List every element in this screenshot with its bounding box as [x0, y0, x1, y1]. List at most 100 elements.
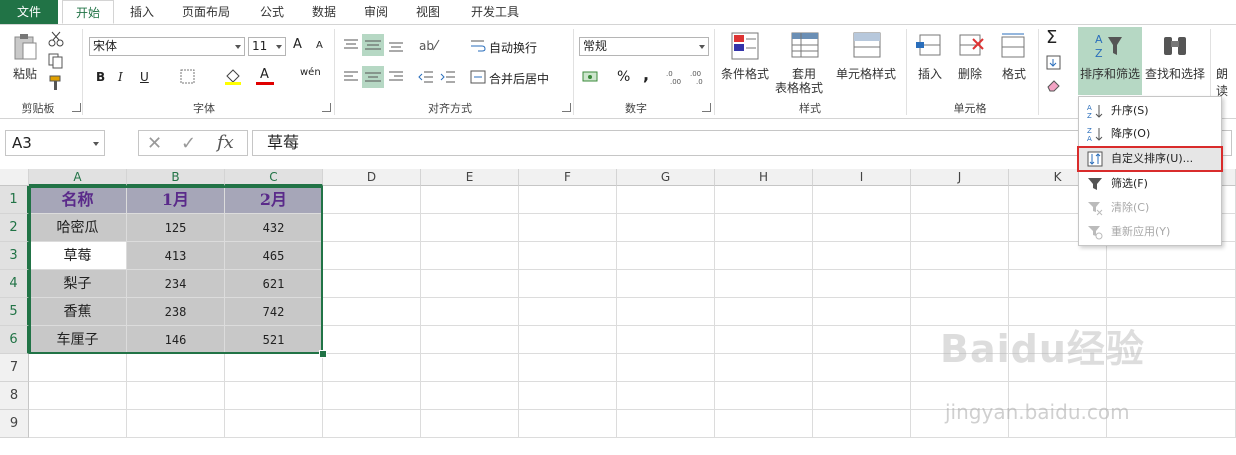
orientation-icon[interactable]: ab [418, 37, 440, 56]
column-header[interactable]: G [617, 169, 715, 186]
column-header[interactable]: H [715, 169, 813, 186]
delete-cells-icon[interactable] [956, 31, 986, 64]
cut-icon[interactable] [48, 31, 64, 50]
table-cell[interactable] [519, 186, 617, 214]
merge-center-icon[interactable] [470, 69, 486, 88]
table-cell[interactable] [225, 410, 323, 438]
row-header[interactable]: 9 [0, 410, 29, 438]
table-cell[interactable] [813, 242, 911, 270]
table-cell[interactable] [617, 186, 715, 214]
table-cell[interactable]: 2月 [225, 186, 323, 214]
wrap-text-icon[interactable] [470, 38, 486, 57]
increase-decimal-icon[interactable]: .0.00 [666, 69, 684, 88]
find-select-button[interactable]: 查找和选择 [1143, 65, 1207, 82]
format-cells-icon[interactable] [998, 31, 1028, 64]
column-header[interactable]: A [29, 169, 127, 186]
column-header[interactable]: F [519, 169, 617, 186]
tab-page-layout[interactable]: 页面布局 [172, 0, 240, 24]
table-cell[interactable] [421, 186, 519, 214]
table-cell[interactable] [421, 326, 519, 354]
autosum-icon[interactable]: Σ [1046, 27, 1057, 48]
table-cell[interactable] [519, 382, 617, 410]
font-size-select[interactable]: 11 [248, 37, 286, 56]
table-cell[interactable] [813, 270, 911, 298]
table-cell[interactable] [813, 186, 911, 214]
tab-formulas[interactable]: 公式 [250, 0, 294, 24]
table-cell[interactable] [323, 186, 421, 214]
find-select-icon[interactable] [1160, 31, 1190, 64]
table-cell[interactable] [519, 214, 617, 242]
table-cell[interactable] [421, 214, 519, 242]
table-cell[interactable] [29, 382, 127, 410]
sort-filter-icon[interactable]: AZ [1094, 31, 1124, 64]
table-cell[interactable] [421, 382, 519, 410]
row-header[interactable]: 3 [0, 242, 29, 270]
table-cell[interactable] [519, 410, 617, 438]
clipboard-launcher-icon[interactable] [72, 103, 81, 112]
insert-cells-icon[interactable] [914, 31, 944, 64]
italic-button[interactable]: I [118, 70, 123, 84]
table-cell[interactable] [715, 326, 813, 354]
row-header[interactable]: 4 [0, 270, 29, 298]
table-cell[interactable]: 521 [225, 326, 323, 354]
table-cell[interactable] [617, 242, 715, 270]
clear-icon[interactable] [1046, 77, 1062, 96]
table-cell[interactable] [715, 270, 813, 298]
align-bottom-icon[interactable] [388, 37, 404, 56]
tab-data[interactable]: 数据 [302, 0, 346, 24]
enter-icon[interactable]: ✓ [181, 133, 196, 154]
table-cell[interactable] [911, 270, 1009, 298]
table-cell[interactable] [323, 354, 421, 382]
table-cell[interactable] [617, 410, 715, 438]
table-cell[interactable] [421, 298, 519, 326]
row-header[interactable]: 7 [0, 354, 29, 382]
menu-item-clear[interactable]: 清除(C) [1079, 197, 1221, 219]
table-cell[interactable] [1107, 242, 1236, 270]
tab-file[interactable]: 文件 [0, 0, 58, 24]
table-cell[interactable] [617, 326, 715, 354]
table-cell[interactable] [715, 242, 813, 270]
table-cell[interactable] [617, 298, 715, 326]
table-cell[interactable] [127, 410, 225, 438]
row-header[interactable]: 5 [0, 298, 29, 326]
table-cell[interactable] [421, 410, 519, 438]
menu-item-custom-sort[interactable]: 自定义排序(U)... [1077, 146, 1223, 172]
menu-item-reapply[interactable]: 重新应用(Y) [1079, 221, 1221, 243]
font-color-button[interactable]: A [260, 67, 269, 82]
column-header[interactable]: I [813, 169, 911, 186]
table-cell[interactable] [813, 354, 911, 382]
column-header[interactable]: B [127, 169, 225, 186]
tab-view[interactable]: 视图 [406, 0, 450, 24]
column-header[interactable]: D [323, 169, 421, 186]
delete-cells-button[interactable]: 删除 [950, 65, 990, 82]
shrink-font-button[interactable]: A [316, 40, 323, 51]
table-cell[interactable] [323, 410, 421, 438]
font-name-select[interactable]: 宋体 [89, 37, 245, 56]
table-cell[interactable] [519, 326, 617, 354]
fill-color-icon[interactable] [224, 67, 242, 88]
table-cell[interactable] [911, 186, 1009, 214]
format-as-table-icon[interactable] [790, 31, 820, 64]
table-cell[interactable] [323, 326, 421, 354]
select-all-corner[interactable] [0, 169, 29, 186]
bold-button[interactable]: B [96, 70, 105, 84]
read-aloud-button[interactable]: 朗读 [1216, 65, 1236, 99]
decrease-indent-icon[interactable] [418, 69, 434, 88]
table-cell[interactable]: 465 [225, 242, 323, 270]
align-left-icon[interactable] [343, 69, 359, 88]
table-cell[interactable]: 名称 [29, 186, 127, 214]
table-cell[interactable] [519, 298, 617, 326]
table-cell[interactable]: 1月 [127, 186, 225, 214]
paste-icon[interactable] [12, 33, 38, 63]
table-cell[interactable] [421, 354, 519, 382]
table-cell[interactable] [519, 242, 617, 270]
copy-icon[interactable] [48, 53, 64, 72]
align-center-icon[interactable] [362, 66, 384, 88]
table-cell[interactable] [617, 214, 715, 242]
merge-center-button[interactable]: 合并后居中 [489, 70, 549, 87]
insert-cells-button[interactable]: 插入 [910, 65, 950, 82]
row-header[interactable]: 8 [0, 382, 29, 410]
tab-review[interactable]: 审阅 [354, 0, 398, 24]
format-as-table-line2[interactable]: 表格格式 [772, 79, 826, 96]
table-cell[interactable]: 234 [127, 270, 225, 298]
